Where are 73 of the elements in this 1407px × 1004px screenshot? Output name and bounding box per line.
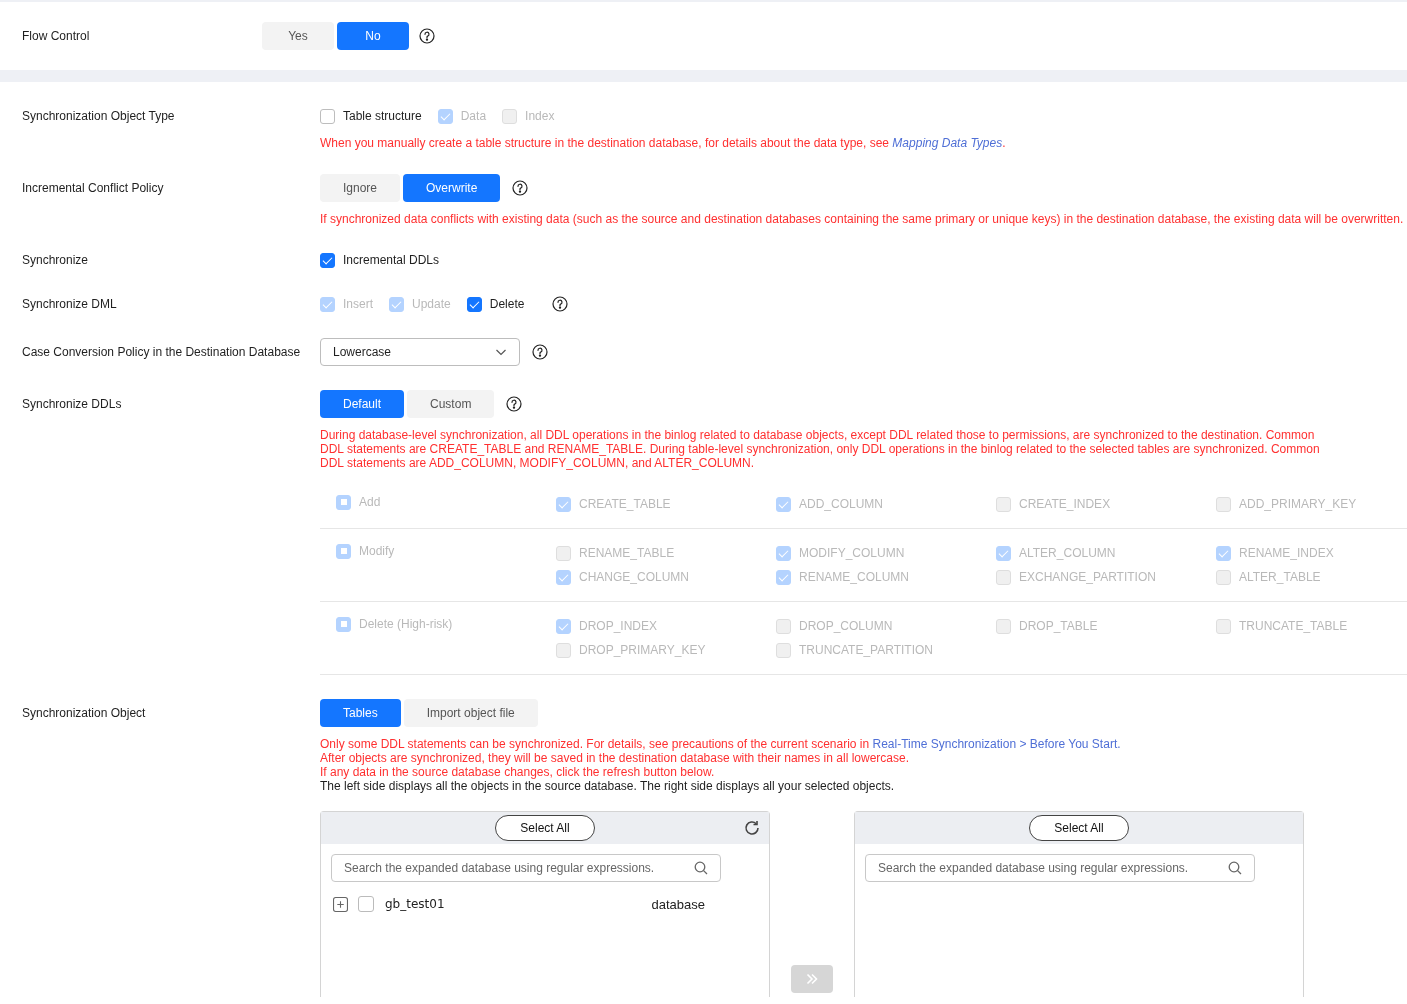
checkbox-label: TRUNCATE_TABLE: [1239, 619, 1348, 633]
checkbox-label: DROP_INDEX: [579, 619, 658, 633]
checkbox-label: DROP_PRIMARY_KEY: [579, 643, 706, 657]
field-label: Synchronization Object: [22, 705, 147, 722]
search-field[interactable]: Search the expanded database using regular expressions.: [865, 854, 1255, 882]
segment-button[interactable]: Import object file: [403, 699, 538, 727]
help-icon[interactable]: [552, 296, 569, 312]
link[interactable]: Real-Time Synchronization: [872, 737, 1017, 751]
checkbox-label: MODIFY_COLUMN: [799, 546, 905, 560]
field-label: Flow Control: [22, 29, 91, 43]
help-icon[interactable]: [532, 344, 548, 360]
warning-text: When you manually create a table structure in the destination database, for details about the data type, see Mapping Data Types.: [320, 136, 1007, 150]
double-chevron-icon: [805, 972, 819, 986]
segment-button[interactable]: Default: [320, 390, 405, 418]
field-label: Case Conversion Policy in the Destination Database: [22, 344, 302, 361]
segment-button[interactable]: Yes: [262, 22, 334, 50]
warning-text: If synchronized data conflicts with existing data (such as the source and destination databases containing the same primary or unique keys) in the destination database, the existing data will be overwritten.: [320, 212, 1405, 226]
checkbox-label: RENAME_INDEX: [1239, 546, 1334, 560]
expand-icon[interactable]: [333, 896, 348, 912]
field-label: Synchronize DML: [22, 296, 118, 313]
segment-button[interactable]: Ignore: [320, 174, 401, 202]
item-type: database: [651, 896, 706, 912]
checkbox-label: Insert: [343, 297, 373, 311]
checkbox[interactable]: [466, 296, 482, 312]
warning-text: During database-level synchronization, all DDL operations in the binlog related to database objects, except DDL related those to permissions, are synchronized to the destination. Common DDL statements are CREATE_TABLE and RENAME_TABLE. During table-level synchronization, only DDL operations in the binlog related to the selected tables are synchronized. Common DDL statements are ADD_COLUMN, MODIFY_COLUMN, and ALTER_COLUMN.: [320, 428, 1320, 470]
checkbox-label: Delete: [489, 297, 525, 311]
checkbox-label: Table structure: [343, 109, 422, 123]
checkbox-label: ALTER_TABLE: [1239, 570, 1321, 584]
field-label: Synchronize: [22, 252, 90, 269]
checkbox-label: Update: [412, 297, 451, 311]
checkbox[interactable]: [320, 252, 335, 268]
segment-button[interactable]: Tables: [320, 699, 401, 727]
checkbox-label: Index: [525, 109, 555, 123]
dropdown[interactable]: Lowercase: [320, 338, 520, 366]
checkbox-label: Data: [460, 109, 487, 123]
checkbox-label: Modify: [359, 544, 395, 558]
help-icon[interactable]: [506, 396, 523, 412]
field-label: Synchronize DDLs: [22, 396, 123, 413]
checkbox-label: Delete (High-risk): [359, 617, 453, 631]
checkbox-label: TRUNCATE_PARTITION: [799, 643, 933, 657]
checkbox[interactable]: [320, 108, 335, 124]
checkbox-label: ADD_PRIMARY_KEY: [1239, 497, 1357, 511]
refresh-icon[interactable]: [743, 819, 761, 837]
checkbox[interactable]: [358, 896, 374, 912]
field-label: Incremental Conflict Policy: [22, 180, 165, 197]
checkbox-label: Add: [359, 495, 381, 509]
search-icon: [1228, 861, 1242, 875]
item-name: gb_test01: [385, 897, 446, 911]
warning-text: Only some DDL statements can be synchronized. For details, see precautions of the current scenario in Real-Time Synchronization > Before You Start.: [320, 737, 1122, 751]
checkbox-label: RENAME_COLUMN: [799, 570, 909, 584]
segment-button[interactable]: Overwrite: [403, 174, 501, 202]
select-all-button[interactable]: Select All: [495, 815, 595, 841]
field-label: Synchronization Object Type: [22, 108, 176, 125]
search-field[interactable]: Search the expanded database using regular expressions.: [331, 854, 721, 882]
checkbox-label: ALTER_COLUMN: [1019, 546, 1116, 560]
checkbox-label: DROP_TABLE: [1019, 619, 1098, 633]
search-icon: [694, 861, 708, 875]
help-icon[interactable]: [512, 180, 529, 196]
checkbox-label: DROP_COLUMN: [799, 619, 893, 633]
checkbox-label: EXCHANGE_PARTITION: [1019, 570, 1156, 584]
warning-text: If any data in the source database changes, click the refresh button below.: [320, 765, 716, 779]
segment-button[interactable]: No: [337, 22, 409, 50]
checkbox-label: RENAME_TABLE: [579, 546, 675, 560]
segment-button[interactable]: Custom: [407, 390, 495, 418]
checkbox-label: ADD_COLUMN: [799, 497, 883, 511]
warning-text: After objects are synchronized, they will be saved in the destination database with their names in all lowercase.: [320, 751, 910, 765]
info-text: The left side displays all the objects in the source database. The right side displays all your selected objects.: [320, 779, 896, 793]
checkbox-label: CREATE_TABLE: [579, 497, 671, 511]
checkbox-label: CREATE_INDEX: [1019, 497, 1111, 511]
checkbox-label: CHANGE_COLUMN: [579, 570, 689, 584]
checkbox-label: Incremental DDLs: [343, 253, 440, 267]
help-icon[interactable]: [419, 28, 435, 44]
select-all-button[interactable]: Select All: [1029, 815, 1129, 841]
